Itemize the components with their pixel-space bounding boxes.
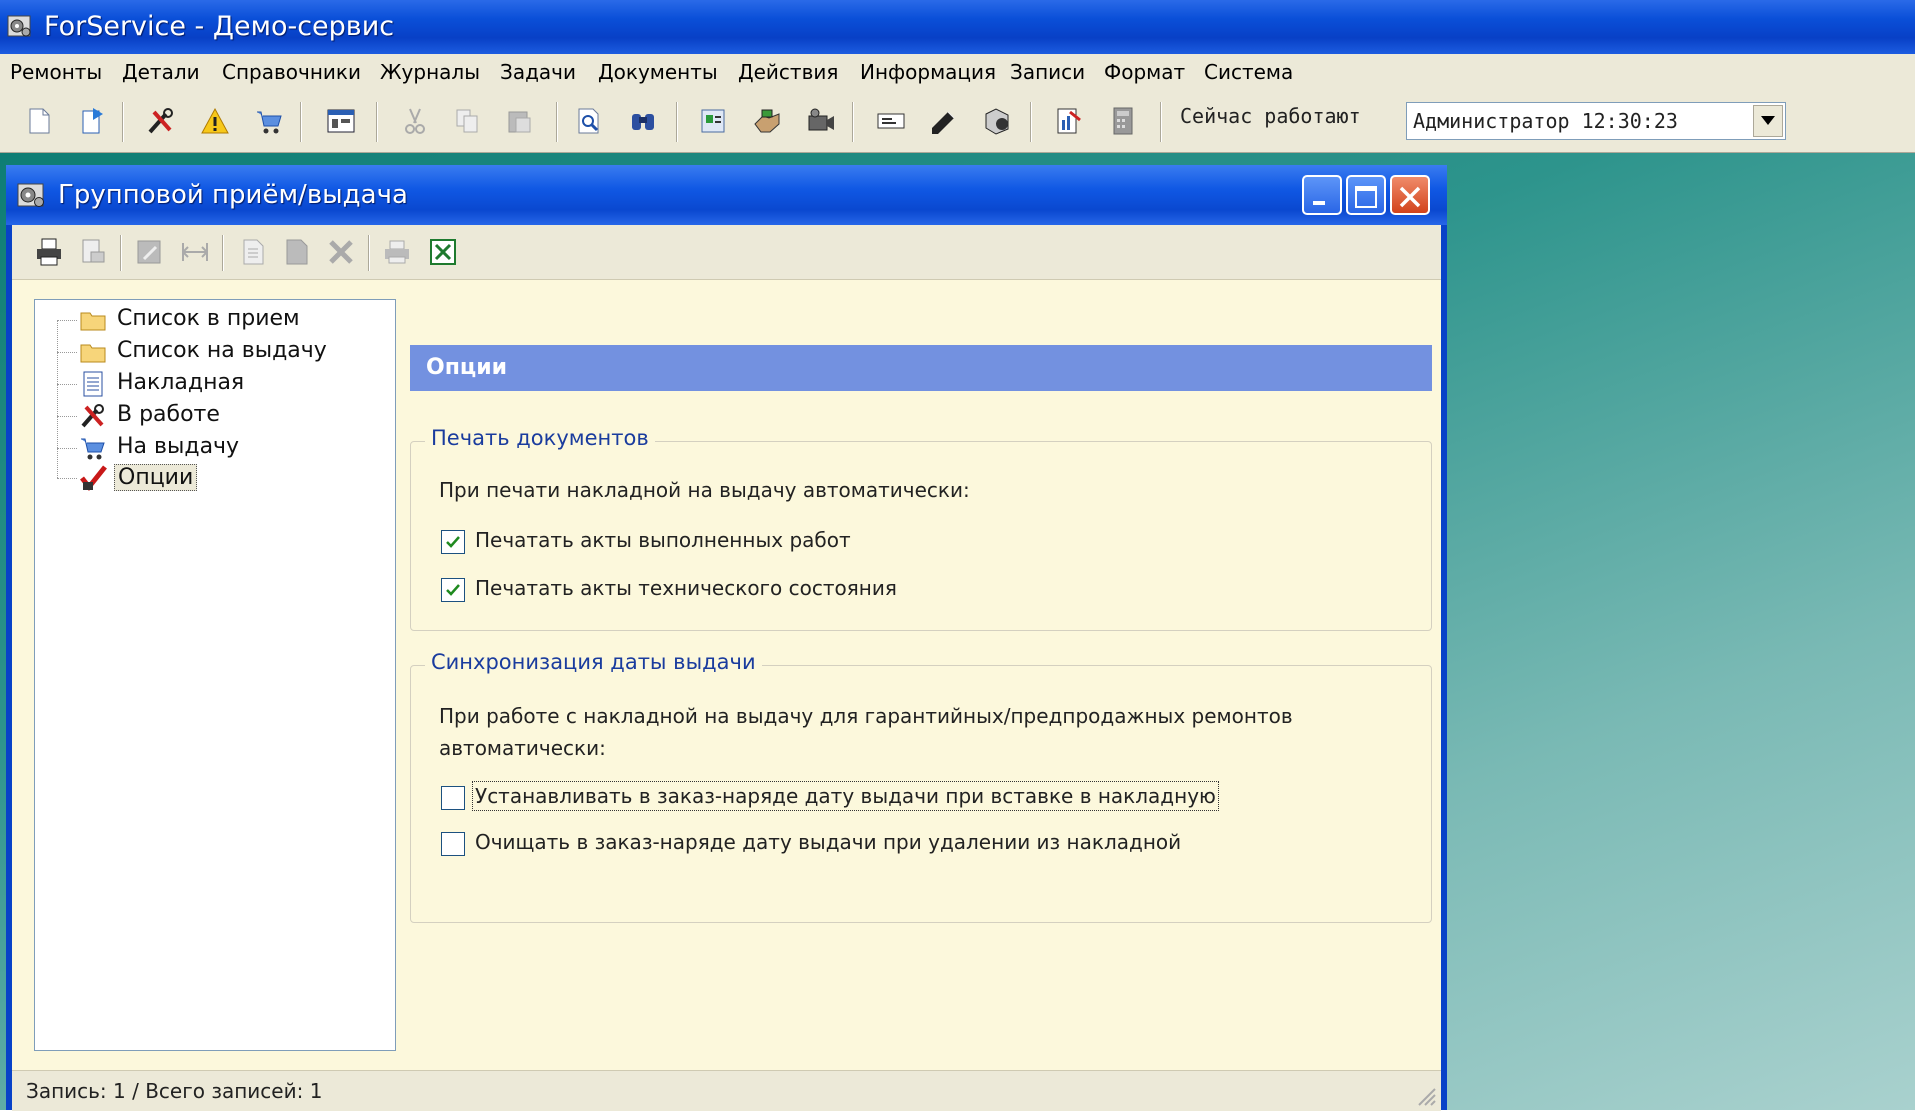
new-document-icon[interactable] <box>24 106 54 136</box>
print-group-legend: Печать документов <box>425 426 655 450</box>
menu-references[interactable]: Справочники <box>222 60 361 84</box>
warning-icon[interactable] <box>200 106 230 136</box>
cart-icon <box>81 438 105 460</box>
invoice-icon <box>83 371 103 397</box>
clear-issue-date-label[interactable]: Очищать в заказ-наряде дату выдачи при у… <box>475 830 1181 854</box>
open-document-icon[interactable] <box>78 106 108 136</box>
maximize-button[interactable] <box>1346 175 1386 215</box>
chart-settings-icon[interactable] <box>1054 106 1084 136</box>
child-window-title-bar[interactable]: Групповой приём/выдача <box>6 165 1447 225</box>
record-count-status: Запись: 1 / Всего записей: 1 <box>26 1079 323 1103</box>
combo-dropdown-button[interactable] <box>1753 105 1783 137</box>
catalog-icon[interactable] <box>982 106 1012 136</box>
app-gears-icon <box>7 15 31 37</box>
client-card-icon[interactable] <box>698 106 728 136</box>
hand-deal-icon[interactable] <box>752 106 782 136</box>
maximize-icon <box>1355 186 1377 208</box>
edit-record-icon[interactable] <box>134 237 164 267</box>
tree-item-in-progress[interactable]: В работе <box>117 402 220 427</box>
print-condition-acts-label[interactable]: Печатать акты технического состояния <box>475 576 897 600</box>
minimize-icon <box>1313 201 1325 205</box>
status-bar: Запись: 1 / Всего записей: 1 <box>12 1070 1441 1111</box>
checkmark-options-icon <box>80 465 107 492</box>
sync-group-description-line1: При работе с накладной на выдачу для гар… <box>439 704 1293 728</box>
set-issue-date-checkbox[interactable] <box>441 786 465 810</box>
print-condition-acts-checkbox[interactable] <box>441 578 465 602</box>
pencil-icon[interactable] <box>928 106 958 136</box>
repair-tools-icon[interactable] <box>146 106 176 136</box>
window-gears-icon <box>17 183 44 207</box>
menu-system[interactable]: Система <box>1204 60 1293 84</box>
close-button[interactable] <box>1390 175 1430 215</box>
current-users-combo[interactable]: Администратор 12:30:23 <box>1406 102 1786 140</box>
app-title-bar: ForService - Демо-сервис <box>0 0 1915 54</box>
navigation-tree[interactable]: Список в прием Список на выдачу Накладна… <box>34 299 396 1051</box>
print-work-acts-label[interactable]: Печатать акты выполненных работ <box>475 528 851 552</box>
child-window-body: Список в прием Список на выдачу Накладна… <box>12 225 1441 1111</box>
clear-issue-date-checkbox[interactable] <box>441 832 465 856</box>
issue-date-sync-group: Синхронизация даты выдачи При работе с н… <box>410 650 1432 923</box>
tree-item-issue-list[interactable]: Список на выдачу <box>117 338 327 363</box>
checkmark-icon <box>446 584 460 596</box>
sync-group-description-line2: автоматически: <box>439 736 606 760</box>
copy-icon[interactable] <box>452 106 482 136</box>
preview-icon[interactable] <box>574 106 604 136</box>
menu-info[interactable]: Информация <box>860 60 996 84</box>
paste-icon[interactable] <box>504 106 534 136</box>
app-title: ForService - Демо-сервис <box>44 11 395 42</box>
form-field-icon[interactable] <box>876 106 906 136</box>
tree-item-invoice[interactable]: Накладная <box>117 370 244 395</box>
print-group-description: При печати накладной на выдачу автоматич… <box>439 478 970 502</box>
print-documents-group: Печать документов При печати накладной н… <box>410 426 1432 631</box>
menu-records[interactable]: Записи <box>1010 60 1085 84</box>
tree-item-intake-list[interactable]: Список в прием <box>117 306 300 331</box>
excel-export-icon[interactable] <box>428 237 458 267</box>
printer-disabled-icon[interactable] <box>382 237 412 267</box>
menu-bar: Ремонты Детали Справочники Журналы Задач… <box>0 54 1915 92</box>
now-working-label: Сейчас работают <box>1180 104 1361 128</box>
chevron-down-icon <box>1761 116 1775 125</box>
menu-tasks[interactable]: Задачи <box>500 60 576 84</box>
current-users-value: Администратор 12:30:23 <box>1413 109 1678 133</box>
find-binoculars-icon[interactable] <box>628 106 658 136</box>
delete-record-icon[interactable] <box>326 237 356 267</box>
menu-parts[interactable]: Детали <box>122 60 200 84</box>
close-icon <box>1399 186 1421 208</box>
repair-tools-icon <box>81 404 104 428</box>
menu-journals[interactable]: Журналы <box>380 60 480 84</box>
menu-actions[interactable]: Действия <box>738 60 838 84</box>
print-icon[interactable] <box>34 237 64 267</box>
menu-repairs[interactable]: Ремонты <box>10 60 102 84</box>
new-record-icon[interactable] <box>238 237 268 267</box>
group-intake-window: Групповой приём/выдача Список в прием Сп… <box>6 165 1447 1111</box>
minimize-button[interactable] <box>1302 175 1342 215</box>
print-preview-icon[interactable] <box>78 237 108 267</box>
menu-format[interactable]: Формат <box>1104 60 1185 84</box>
cart-icon[interactable] <box>254 106 284 136</box>
set-issue-date-label[interactable]: Устанавливать в заказ-наряде дату выдачи… <box>472 781 1219 811</box>
calculator-icon[interactable] <box>1108 106 1138 136</box>
report-window-icon[interactable] <box>326 106 356 136</box>
tree-item-to-issue[interactable]: На выдачу <box>117 434 239 459</box>
copy-record-icon[interactable] <box>282 237 312 267</box>
print-work-acts-checkbox[interactable] <box>441 530 465 554</box>
sync-group-legend: Синхронизация даты выдачи <box>425 650 762 674</box>
video-camera-icon[interactable] <box>806 106 836 136</box>
checkmark-icon <box>446 536 460 548</box>
folder-icon <box>80 344 106 363</box>
main-toolbar: Сейчас работают Администратор 12:30:23 <box>0 92 1915 153</box>
cut-icon[interactable] <box>400 106 430 136</box>
fit-width-icon[interactable] <box>180 237 210 267</box>
child-toolbar <box>12 225 1441 280</box>
options-panel-header: Опции <box>410 345 1432 391</box>
tree-item-options[interactable]: Опции <box>114 464 198 491</box>
folder-icon <box>80 312 106 331</box>
child-window-title: Групповой приём/выдача <box>58 180 408 210</box>
resize-grip-icon[interactable] <box>1415 1085 1437 1107</box>
menu-documents[interactable]: Документы <box>598 60 718 84</box>
